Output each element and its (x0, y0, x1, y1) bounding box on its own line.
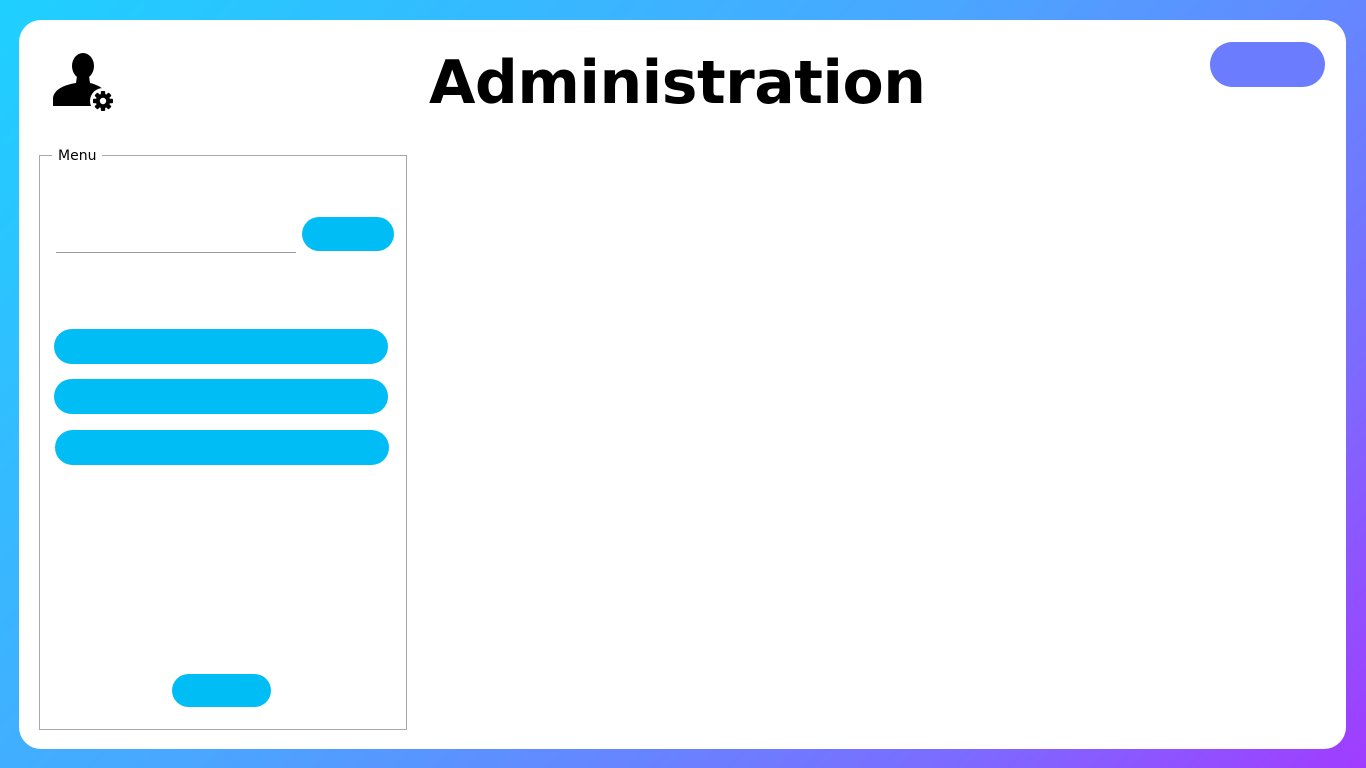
user-gear-icon (51, 50, 117, 114)
top-right-button[interactable] (1210, 42, 1325, 87)
menu-item-button-1[interactable] (54, 329, 388, 364)
menu-item-button-3[interactable] (55, 430, 389, 465)
menu-legend: Menu (52, 147, 103, 165)
menu-panel: Menu (39, 147, 407, 730)
menu-item-button-2[interactable] (54, 379, 388, 414)
main-card: Administration Menu (19, 20, 1346, 749)
menu-text-input[interactable] (56, 228, 296, 253)
page-title: Administration (429, 48, 926, 118)
menu-bottom-button[interactable] (172, 674, 271, 707)
input-submit-button[interactable] (302, 217, 394, 251)
